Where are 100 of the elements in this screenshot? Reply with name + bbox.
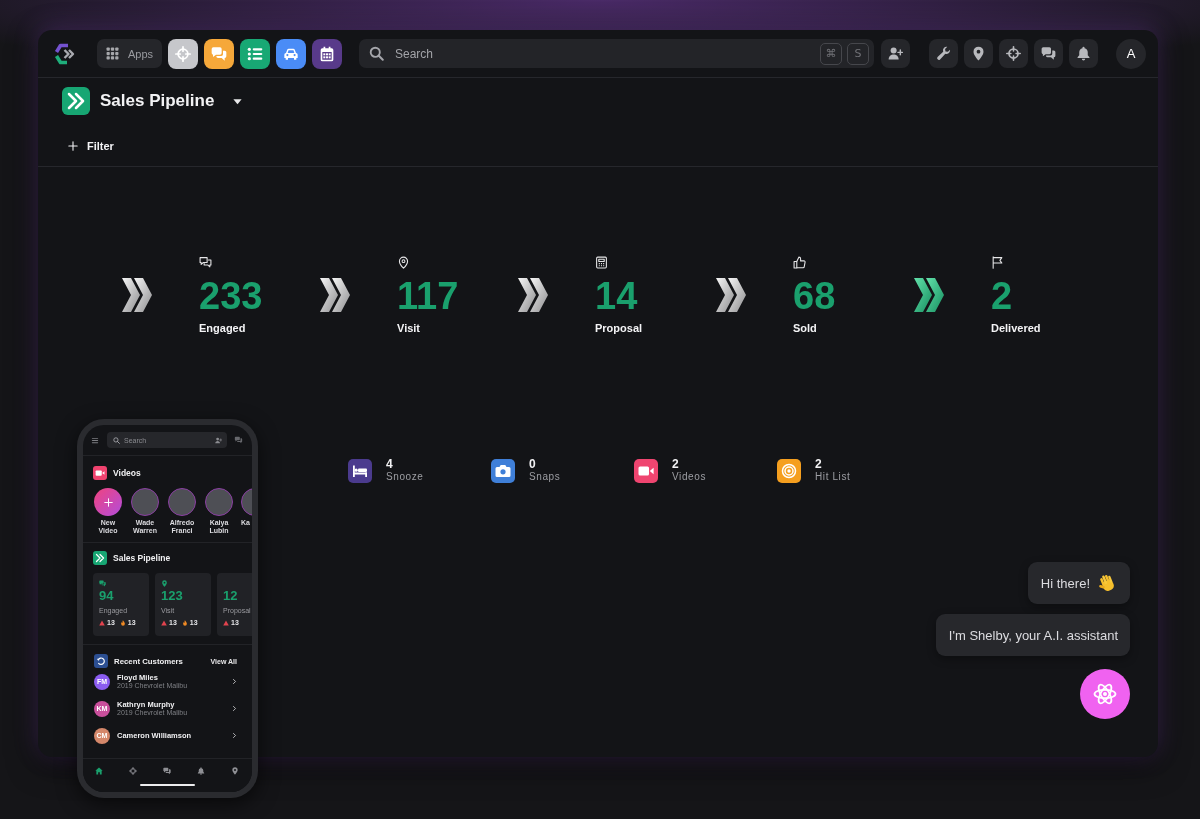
flag-icon [991,256,1004,269]
chat-bubbles-icon [211,45,227,62]
chat-message: I'm Shelby, your A.I. assistant [948,627,1118,643]
thumbs-up-icon [793,256,806,269]
double-chevron-icon [62,87,90,115]
home-indicator [140,784,195,786]
nav-button[interactable] [231,767,239,775]
search-icon [113,436,120,444]
summary-label: Snooze [386,471,424,483]
warning-triangle-icon [161,620,167,626]
dropdown-caret-button[interactable] [233,96,243,106]
stage-count: 117 [397,277,459,315]
chevron-right-icon [232,705,237,712]
crosshair-button[interactable] [999,39,1028,68]
map-pin-icon [397,256,410,269]
section-title: Sales Pipeline [113,553,171,563]
double-chevron-icon [93,551,107,565]
list-icon [247,45,263,62]
calculator-icon [595,256,608,269]
stage-label: Sold [793,322,817,334]
logo-icon[interactable] [52,41,76,66]
stage-count: 14 [595,277,638,315]
apps-button[interactable]: Apps [97,39,162,68]
search-input[interactable]: Search [395,43,815,64]
map-pin-icon [971,46,986,61]
summary-count: 0 [529,458,537,471]
flame-icon [119,620,126,626]
calendar-icon [319,45,335,62]
summary-count: 4 [386,458,394,471]
shortcut-key: S [847,42,869,65]
chats-button[interactable] [1034,39,1063,68]
atom-icon [1093,682,1117,706]
list-button[interactable] [240,38,270,69]
nav-button[interactable] [197,767,205,775]
person-add-icon [215,436,222,444]
card-count: 94 [99,589,114,603]
chat-bubbles-icon [99,580,106,587]
page-title: Sales Pipeline [100,91,215,111]
video-camera-icon [93,466,107,480]
chat-bubbles-icon [1041,46,1056,61]
home-icon [95,767,103,775]
stage-count: 68 [793,277,836,315]
summary-count: 2 [672,458,680,471]
chats-button[interactable] [204,38,234,69]
caret-icon [233,96,243,106]
plus-icon [103,497,113,507]
new-video-button[interactable] [94,488,122,516]
map-pin-icon [231,767,239,775]
stage-label: Proposal [595,322,643,334]
car-button[interactable] [276,38,306,69]
filter-button[interactable]: Filter [68,136,114,156]
wrench-button[interactable] [929,39,958,68]
chat-bubbles-icon [234,436,243,444]
shortcut-key: ⌘ [820,42,842,65]
plus-icon [68,141,78,151]
crosshair-icon [129,767,137,775]
summary-label: Hit List [815,471,851,483]
search-icon [369,46,384,61]
nav-button[interactable] [163,767,171,775]
crosshair-button[interactable] [168,38,198,69]
map-pin-button[interactable] [964,39,993,68]
avatar-placeholder[interactable] [241,488,252,516]
nav-button[interactable] [95,767,103,775]
add-person-button[interactable] [881,39,910,68]
map-pin-icon [161,580,168,587]
menu-button[interactable] [91,436,99,444]
notifications-button[interactable] [1069,39,1098,68]
chat-bubbles-icon [199,256,212,269]
chat-bubbles-icon [163,767,171,775]
stage-label: Delivered [991,322,1041,334]
crosshair-icon [1006,46,1021,61]
avatar-placeholder[interactable] [205,488,233,516]
warning-triangle-icon [223,620,229,626]
bell-icon [1076,46,1091,61]
summary-label: Videos [672,471,706,483]
grid-icon [106,47,119,60]
summary-label: Snaps [529,471,561,483]
card-count: 12 [223,589,238,603]
chevron-right-icon [232,732,237,739]
crosshair-icon [175,45,191,62]
person-add-icon [888,46,903,61]
summary-count: 2 [815,458,823,471]
avatar-placeholder[interactable] [131,488,159,516]
assistant-button[interactable] [1080,669,1130,719]
history-icon [94,654,108,668]
stage-count: 233 [199,277,263,315]
chevron-right-icon [232,678,237,685]
menu-icon [91,436,99,444]
bell-icon [197,767,205,775]
card-count: 123 [161,589,183,603]
calendar-button[interactable] [312,38,342,69]
user-avatar[interactable]: A [1116,38,1146,69]
warning-triangle-icon [99,620,105,626]
chat-message: Hi there! [1040,575,1090,591]
stage-label: Visit [397,322,421,334]
nav-button[interactable] [129,767,137,775]
avatar-placeholder[interactable] [168,488,196,516]
wrench-icon [936,46,951,61]
stage-label: Engaged [199,322,246,334]
section-title: Videos [113,468,141,478]
